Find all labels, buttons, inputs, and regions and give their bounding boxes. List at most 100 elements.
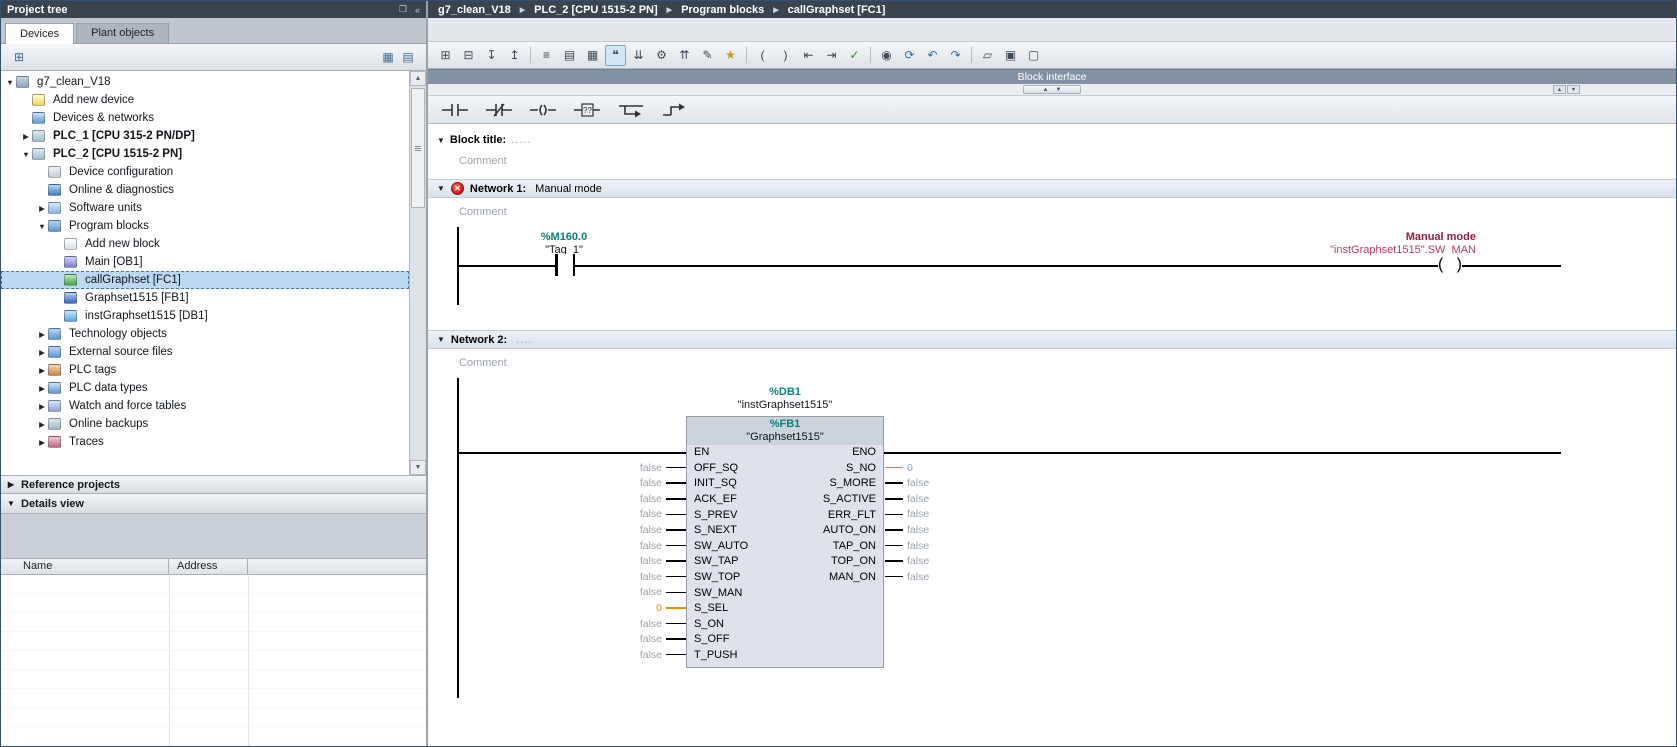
tree-item-technology-objects[interactable]: ▶ Technology objects [1,325,409,343]
input-connection[interactable]: false [578,569,686,585]
db-name[interactable]: "instGraphset1515" [686,399,884,412]
tab-devices[interactable]: Devices [5,23,74,44]
expand-arrow-icon[interactable]: ▶ [36,348,48,357]
input-value[interactable]: false [578,508,666,520]
input-value[interactable]: false [578,462,666,474]
no-contact-icon[interactable] [438,99,472,121]
monitoring-onoff-icon[interactable]: ◉ [876,45,897,66]
output-pin-label[interactable]: ENO [823,445,876,461]
collapse-arrow-icon[interactable]: ▼ [437,335,445,344]
open-branch-icon[interactable] [614,99,648,121]
expand-arrow-icon[interactable]: ▼ [20,150,32,159]
input-pin-label[interactable]: SW_AUTO [694,539,748,555]
output-connection[interactable]: false [885,569,1005,585]
expand-all-networks-icon[interactable]: ⇊ [628,45,649,66]
output-value[interactable]: 0 [903,462,913,474]
instance-db-label[interactable]: %DB1 "instGraphset1515" [686,386,884,411]
collapse-arrow-icon[interactable]: ▼ [6,499,16,508]
output-connection[interactable]: false [885,491,1005,507]
block-properties-icon[interactable]: ▢ [1023,45,1044,66]
network-2-title[interactable]: .... [516,334,532,346]
tree-item-instgraphset1515-db1[interactable]: instGraphset1515 [DB1] [1,307,409,325]
input-pin-label[interactable]: SW_TOP [694,570,748,586]
fb-call-block[interactable]: %FB1 "Graphset1515" ENOFF_SQINIT_SQACK_E… [686,416,884,668]
output-pin-label[interactable]: AUTO_ON [823,523,876,539]
collapse-arrow-icon[interactable]: ▼ [437,184,445,193]
favorites-icon[interactable]: ★ [720,45,741,66]
tree-item-plc-tags[interactable]: ▶ PLC tags [1,361,409,379]
input-pin-label[interactable]: S_PREV [694,508,748,524]
output-pin-label[interactable]: S_NO [823,461,876,477]
collapse-all-networks-icon[interactable]: ⇈ [674,45,695,66]
tree-item-online-backups[interactable]: ▶ Online backups [1,415,409,433]
tree-item-plc-data-types[interactable]: ▶ PLC data types [1,379,409,397]
output-value[interactable]: false [903,508,929,520]
block-title-row[interactable]: ▼ Block title: ..... [428,124,1676,147]
input-pin-label[interactable]: OFF_SQ [694,461,748,477]
network-1-header[interactable]: ▼ ✕ Network 1: Manual mode [428,179,1676,198]
input-pin-label[interactable]: S_OFF [694,632,748,648]
input-pin-label[interactable]: S_SEL [694,601,748,617]
tree-item-program-blocks[interactable]: ▼ Program blocks [1,217,409,235]
network-1-comment[interactable]: Comment [428,198,1676,223]
output-value[interactable]: false [903,524,929,536]
network-data-view-icon[interactable]: ▦ [582,45,603,66]
breadcrumb-item[interactable]: callGraphset [FC1] [788,4,886,16]
input-pin-label[interactable]: EN [694,445,748,461]
breadcrumb-item[interactable]: Program blocks [681,4,779,16]
tree-item-plc1[interactable]: ▶ PLC_1 [CPU 315-2 PN/DP] [1,127,409,145]
expand-arrow-icon[interactable]: ▶ [36,402,48,411]
collapse-arrow-icon[interactable]: ▼ [437,136,445,145]
network-overview-icon[interactable]: ▤ [559,45,580,66]
output-connection[interactable]: false [885,553,1005,569]
expand-arrow-icon[interactable]: ▶ [36,330,48,339]
input-connection[interactable]: false [578,522,686,538]
output-pin-label[interactable]: TOP_ON [823,554,876,570]
goto-next-error-icon[interactable]: ⇥ [821,45,842,66]
operand-settings-icon[interactable]: ⚙ [651,45,672,66]
tree-item-plc2[interactable]: ▼ PLC_2 [CPU 1515-2 PN] [1,145,409,163]
input-connection[interactable]: false [578,553,686,569]
input-value[interactable]: false [578,618,666,630]
output-pin-label[interactable]: MAN_ON [823,570,876,586]
input-pin-label[interactable]: SW_TAP [694,554,748,570]
tree-item-traces[interactable]: ▶ Traces [1,433,409,451]
input-connection[interactable]: false [578,460,686,476]
know-how-protection-icon[interactable]: ▣ [1000,45,1021,66]
output-value[interactable]: false [903,571,929,583]
tree-item-device-configuration[interactable]: Device configuration [1,163,409,181]
coil-icon[interactable] [526,99,560,121]
scroll-down-icon[interactable]: ▼ [1567,85,1580,94]
output-connection[interactable]: false [885,538,1005,554]
open-parenthesis-icon[interactable]: ( [752,45,773,66]
block-interface-bar[interactable]: Block interface [428,69,1676,84]
toggle-network-comments-icon[interactable]: ❝ [605,45,626,66]
input-value[interactable]: false [578,633,666,645]
input-value[interactable]: false [578,540,666,552]
db-address[interactable]: %DB1 [686,386,884,399]
output-pin-label[interactable]: ERR_FLT [823,508,876,524]
output-value[interactable]: false [903,493,929,505]
edit-tags-icon[interactable]: ✎ [697,45,718,66]
empty-box-icon[interactable]: ?? [570,99,604,121]
network-1-title[interactable]: Manual mode [535,183,602,195]
expand-arrow-icon[interactable]: ▼ [36,222,48,231]
output-pin-label[interactable]: S_MORE [823,476,876,492]
expand-arrow-icon[interactable]: ▶ [36,420,48,429]
input-connection[interactable]: false [578,491,686,507]
output-value[interactable]: false [903,477,929,489]
goto-previous-error-icon[interactable]: ⇤ [798,45,819,66]
expand-arrow-icon[interactable]: ▼ [4,78,16,87]
input-value[interactable]: 0 [578,602,666,614]
output-pin-label[interactable]: TAP_ON [823,539,876,555]
float-panel-icon[interactable]: ❐ [399,4,407,15]
input-pin-label[interactable]: S_ON [694,617,748,633]
input-value[interactable]: false [578,649,666,661]
scroll-down-icon[interactable]: ▼ [410,460,426,475]
scroll-up-icon[interactable]: ▲ [1553,85,1566,94]
output-connection[interactable]: false [885,475,1005,491]
interface-splitter-handle[interactable]: ▲▼ [1023,85,1081,94]
tree-item-callgraphset-fc1[interactable]: callGraphset [FC1] [1,271,409,289]
collapse-arrow-icon[interactable]: ▶ [6,480,16,489]
close-parenthesis-icon[interactable]: ) [775,45,796,66]
